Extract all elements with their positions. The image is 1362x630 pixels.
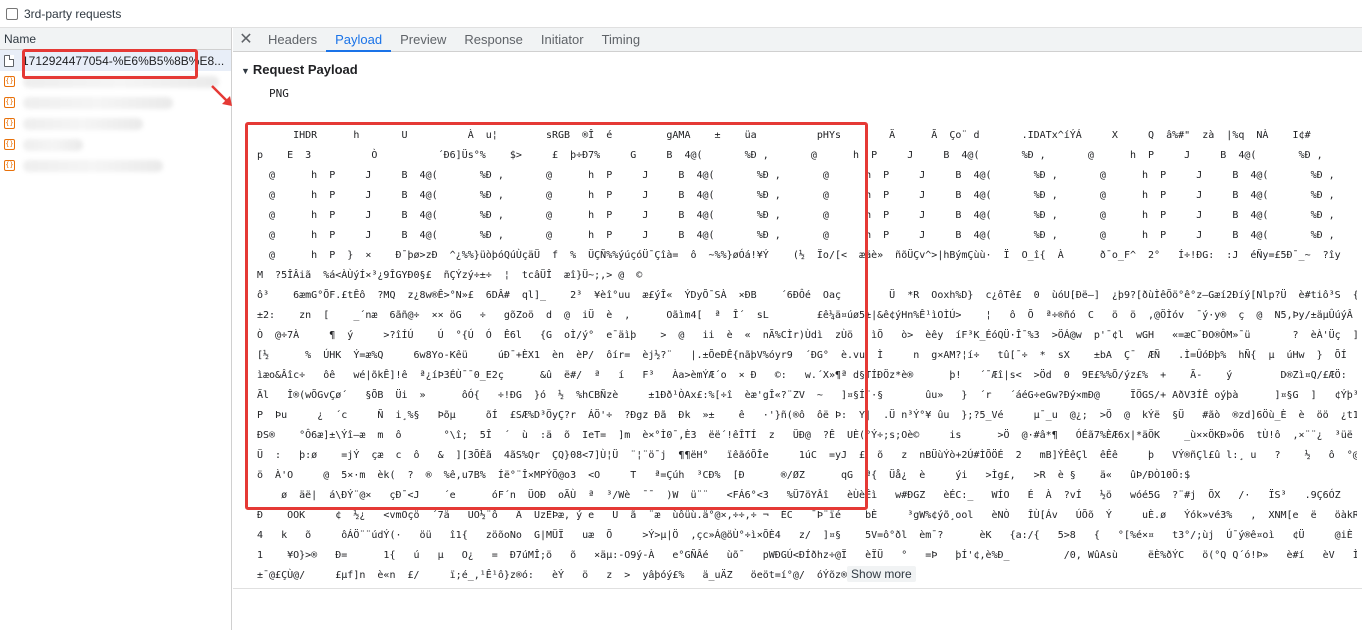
binary-line: p E 3 Ò ´Ð6]Üs°% $> £ þ÷Ð7% G B 4@( %Ð ,… [257, 150, 1323, 161]
binary-line: IHDR h U À u¦ sRGB ®Î é gAMA ± üa pHYs Ä… [257, 130, 1311, 141]
binary-line: ø äë| á\ÐÝ¨@× çÐ¯<J ´e óF´n ÜOÐ oÃÙ ª ³/… [257, 490, 1357, 501]
binary-line: [½ % ÚHK Ý=æ%Q 6w8Yo-Kêü úÐ¯+ÈX1 èn èP/ … [257, 350, 1357, 361]
binary-line: Ò @÷7À ¶ ý >?îÍÚ Ú °{Ú Ó Ê6l {G oÌ/ý° e¯… [257, 330, 1357, 341]
binary-line: 1 ¥O}>® Ð= 1{ ú µ O¿ = Ð7úMÎ;ö õ ×äµ:-O9… [257, 550, 1357, 561]
binary-line: Ð ÕOK ¢ ½¿ <vmÕçö ´7ä ÙÒ½¨ô Â ÜzÈÞæ, ý e… [257, 510, 1357, 521]
name-column-header[interactable]: Name [0, 28, 231, 50]
request-payload-header[interactable]: ▼ Request Payload [241, 62, 358, 77]
binary-line: ô³ 6æmG°ÕF.£tÊô ?MQ z¿8w®Ê>°N»£ 6DÂ# ql]… [257, 290, 1357, 301]
request-row[interactable]: {} [0, 134, 231, 155]
binary-line: @ h P J B 4@( %Ð , @ h P J B 4@( %Ð , @ … [257, 190, 1335, 201]
binary-line: ö À'O @ 5×·m èk( ? ® %ê,u7B% Íë°¨Î×MPÝÖ@… [257, 470, 1191, 481]
request-row[interactable]: {} [0, 155, 231, 176]
binary-line: Ãl Î®(wÕGvÇø´ §ÕB Üi » ôÓ{ ÷!ÐG }ó ½ %hC… [257, 390, 1357, 401]
redacted-request-name [23, 138, 83, 151]
png-label: PNG [269, 87, 289, 100]
tab-payload[interactable]: Payload [326, 28, 392, 52]
request-row-selected[interactable]: 1712924477054-%E6%B5%8B%E8... [0, 50, 231, 71]
tab-headers[interactable]: Headers [259, 28, 326, 52]
xhr-icon: {} [4, 97, 15, 108]
request-row[interactable]: {} [0, 92, 231, 113]
request-list-pane: Name 1712924477054-%E6%B5%8B%E8... {} {}… [0, 28, 232, 630]
redacted-request-name [23, 75, 219, 88]
binary-line: M ?5ÎÂiã %á<ÀÙýÍ×³¿9ÎGYÐ0§£ ñÇÝzý÷±÷ ¦ t… [257, 270, 643, 281]
binary-line: @ h P J B 4@( %Ð , @ h P J B 4@( %Ð , @ … [257, 230, 1335, 241]
third-party-checkbox[interactable] [6, 7, 18, 20]
xhr-icon: {} [4, 160, 15, 171]
third-party-label: 3rd-party requests [24, 6, 122, 21]
request-name: 1712924477054-%E6%B5%8B%E8... [22, 53, 225, 68]
payload-panel: ▼ Request Payload PNG IHDR h U À u¦ sRGB … [233, 52, 1362, 630]
filter-bar: 3rd-party requests [0, 0, 1362, 28]
redacted-request-name [23, 159, 163, 172]
binary-line: Ü : þ:ø =jÝ çæ c ô & ][3ÕÈã 4ãS%Qr ÇQ}08… [257, 450, 1357, 461]
request-row[interactable]: {} [0, 113, 231, 134]
close-icon[interactable]: ✕ [233, 28, 259, 52]
binary-line: @ h P J B 4@( %Ð , @ h P J B 4@( %Ð , @ … [257, 170, 1335, 181]
binary-line: @ h P J B 4@( %Ð , @ h P J B 4@( %Ð , @ … [257, 210, 1335, 221]
document-icon [4, 54, 14, 67]
redacted-request-name [23, 96, 173, 109]
binary-line: ìæo&Âîc÷ ôê wé|õkÊ]!ê ª¿íÞ3ÉÙ¯¯0_E2ç &û … [257, 370, 1357, 381]
tab-initiator[interactable]: Initiator [532, 28, 593, 52]
tab-response[interactable]: Response [455, 28, 532, 52]
binary-line: ±2: zn [ _´næ 6ãñ@÷ ×× öG ÷ gõZoö d @ iÜ… [257, 310, 1357, 321]
xhr-icon: {} [4, 76, 15, 87]
xhr-icon: {} [4, 118, 15, 129]
show-more-button[interactable]: Show more [847, 566, 916, 582]
xhr-icon: {} [4, 139, 15, 150]
divider [233, 588, 1362, 589]
binary-payload: IHDR h U À u¦ sRGB ®Î é gAMA ± üa pHYs Ä… [257, 126, 1357, 586]
request-payload-title: Request Payload [252, 62, 358, 77]
request-row[interactable]: {} [0, 71, 231, 92]
redacted-request-name [23, 117, 143, 130]
binary-line: 4 k õ ôÁÖ¨¨údÝ(· öü î1{ zöõoNo G|MÜÏ uæ … [257, 530, 1357, 541]
tab-timing[interactable]: Timing [593, 28, 650, 52]
binary-line: P Þu ¿ ´c Ñ i¸%§ Þõµ õÍ £SÆ%D³ÖyÇ?r ÁÖ'÷… [257, 410, 1357, 421]
binary-line: ±¯@£ÇÙ@/ £µf]n è«n £/ ï;é_,¹Ê¹ô}z®ó: èÝ … [257, 566, 1357, 586]
binary-line: @ h P } × Ð¯þø>zÐ ^¿%%}üòþóQúÙçäÜ f % ÜÇ… [257, 250, 1341, 261]
tab-preview[interactable]: Preview [391, 28, 455, 52]
expand-triangle-icon[interactable]: ▼ [241, 66, 250, 76]
detail-tabs: ✕ Headers Payload Preview Response Initi… [233, 28, 1362, 52]
binary-line: ÐS® °Ô6æ]±\Ýî—æ m ô °\î; 5Î ´ ù :ä õ IeT… [257, 430, 1353, 441]
